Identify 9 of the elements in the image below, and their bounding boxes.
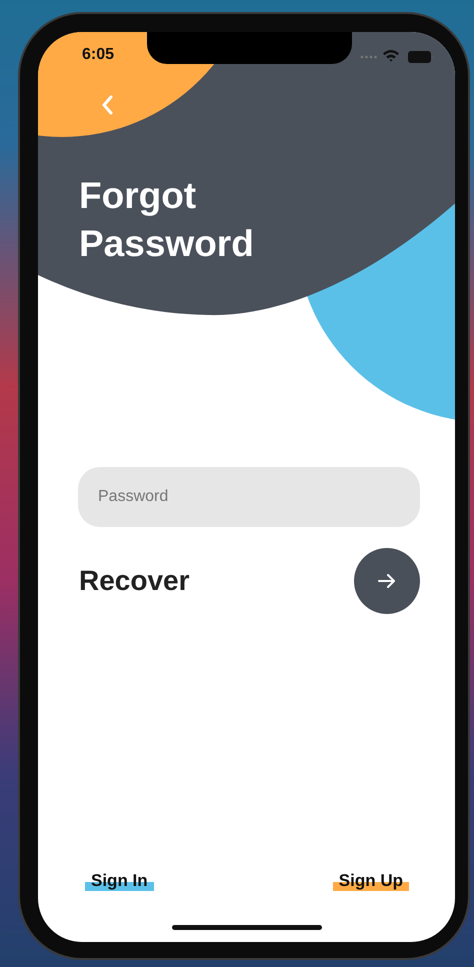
password-field[interactable]: Password — [78, 467, 420, 527]
chevron-left-icon — [101, 95, 113, 115]
status-time: 6:05 — [82, 46, 114, 64]
arrow-right-icon — [378, 573, 396, 589]
recover-label: Recover — [79, 565, 190, 597]
signal-icon — [360, 55, 378, 59]
battery-icon — [408, 51, 434, 63]
page-title: Forgot Password — [79, 174, 255, 266]
wifi-icon — [382, 49, 400, 62]
